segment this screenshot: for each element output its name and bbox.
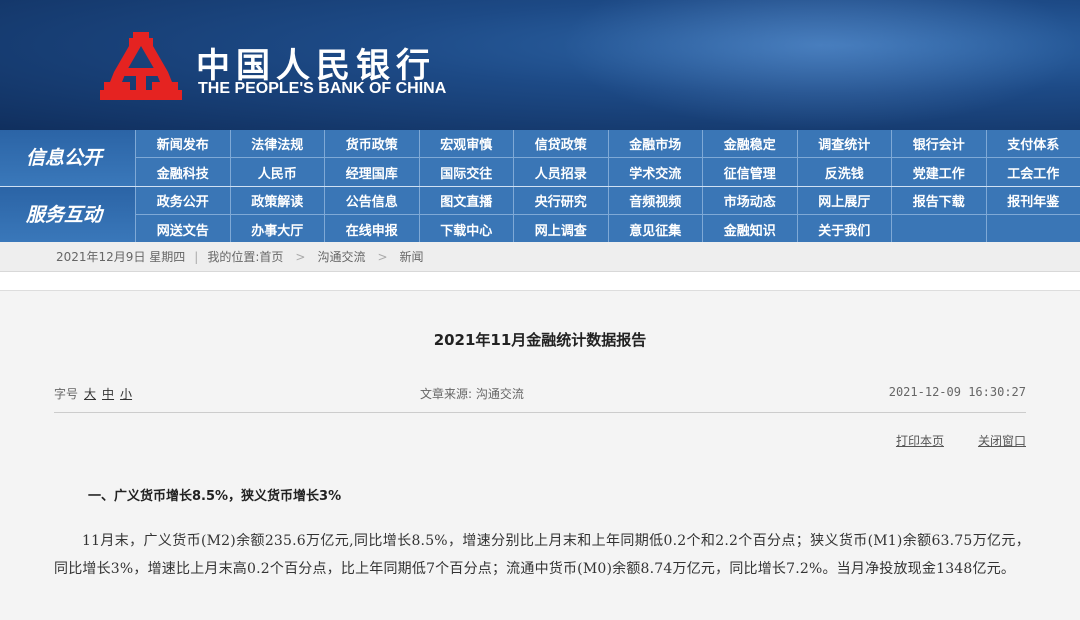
nav-service-r1-item-2[interactable]: 政策解读 — [229, 187, 325, 214]
nav-info-r1-item-2[interactable]: 法律法规 — [229, 130, 325, 157]
nav-info-r1-item-8[interactable]: 调查统计 — [796, 130, 892, 157]
nav-service-r2-empty-cell — [985, 214, 1080, 243]
nav-info-r2-item-7[interactable]: 征信管理 — [702, 157, 797, 186]
nav-service-title[interactable]: 服务互动 — [0, 187, 135, 243]
breadcrumb-home[interactable]: 首页 — [259, 242, 283, 272]
nav-info-r2-item-4[interactable]: 国际交往 — [418, 157, 513, 186]
font-small-link[interactable]: 小 — [120, 387, 132, 401]
nav-info-r2-item-1[interactable]: 金融科技 — [135, 157, 230, 186]
nav-info-title[interactable]: 信息公开 — [0, 130, 135, 186]
nav-info-r1-item-10[interactable]: 支付体系 — [985, 130, 1080, 157]
chevron-right-icon: > — [295, 250, 306, 264]
nav-info-r1-item-4[interactable]: 宏观审慎 — [418, 130, 514, 157]
nav-info-r2-item-8[interactable]: 反洗钱 — [796, 157, 891, 186]
font-size-control: 字号大中小 — [54, 385, 132, 402]
nav-info-r2-item-3[interactable]: 经理国库 — [324, 157, 419, 186]
article-container: 2021年11月金融统计数据报告 字号大中小 文章来源: 沟通交流 2021-1… — [0, 290, 1080, 620]
nav-info-r2-item-6[interactable]: 学术交流 — [607, 157, 702, 186]
print-page-link[interactable]: 打印本页 — [896, 434, 944, 448]
article-meta: 字号大中小 文章来源: 沟通交流 2021-12-09 16:30:27 — [54, 383, 1026, 413]
font-large-link[interactable]: 大 — [84, 387, 96, 401]
nav-service-r2-item-6[interactable]: 意见征集 — [607, 214, 702, 243]
nav-info-r2-item-10[interactable]: 工会工作 — [985, 157, 1080, 186]
article-tools: 打印本页 关闭窗口 — [862, 432, 1026, 449]
nav-service-r1-item-4[interactable]: 图文直播 — [418, 187, 514, 214]
nav-service-grid: 政务公开 政策解读 公告信息 图文直播 央行研究 音频视频 市场动态 网上展厅 报告下载 报刊年鉴… — [135, 187, 1080, 243]
nav-info-r1-item-3[interactable]: 货币政策 — [324, 130, 419, 157]
chevron-right-icon: > — [377, 250, 388, 264]
pboc-logo-icon[interactable] — [100, 30, 182, 106]
nav-service-r1-item-1[interactable]: 政务公开 — [135, 187, 230, 214]
nav-service-r1-item-7[interactable]: 市场动态 — [702, 187, 797, 214]
main-nav: 信息公开 新闻发布 法律法规 货币政策 宏观审慎 信贷政策 金融市场 金融稳定 调查统计 银行会… — [0, 130, 1080, 243]
nav-service-r2-item-5[interactable]: 网上调查 — [513, 214, 608, 243]
font-medium-link[interactable]: 中 — [102, 387, 114, 401]
nav-service-block: 服务互动 政务公开 政策解读 公告信息 图文直播 央行研究 音频视频 市场动态 网上展厅 报告下… — [0, 186, 1080, 243]
article-paragraph: 11月末，广义货币(M2)余额235.6万亿元,同比增长8.5%，增速分别比上月… — [54, 533, 1030, 577]
close-window-link[interactable]: 关闭窗口 — [978, 434, 1026, 448]
nav-info-r1-item-1[interactable]: 新闻发布 — [135, 130, 230, 157]
nav-service-r2-item-2[interactable]: 办事大厅 — [229, 214, 324, 243]
bank-name-en: THE PEOPLE'S BANK OF CHINA — [198, 80, 447, 97]
nav-info-r2-item-2[interactable]: 人民币 — [229, 157, 324, 186]
banner-shine — [560, 0, 1080, 130]
nav-service-r1-item-9[interactable]: 报告下载 — [891, 187, 986, 214]
breadcrumb-news[interactable]: 新闻 — [400, 242, 424, 272]
nav-info-r1-item-6[interactable]: 金融市场 — [607, 130, 703, 157]
breadcrumb-communication[interactable]: 沟通交流 — [317, 242, 365, 272]
nav-service-r1-item-5[interactable]: 央行研究 — [513, 187, 608, 214]
nav-service-r2-item-1[interactable]: 网送文告 — [135, 214, 230, 243]
nav-info-r1-item-5[interactable]: 信贷政策 — [513, 130, 608, 157]
section-heading: 一、广义货币增长8.5%，狭义货币增长3% — [88, 489, 342, 504]
nav-info-r2-item-5[interactable]: 人员招录 — [513, 157, 608, 186]
publish-time: 2021-12-09 16:30:27 — [888, 385, 1026, 399]
nav-info-r1-item-7[interactable]: 金融稳定 — [702, 130, 797, 157]
location-label: 我的位置: — [207, 250, 260, 264]
separator: | — [194, 250, 199, 264]
font-size-label: 字号 — [54, 387, 79, 401]
article-source: 文章来源: 沟通交流 — [420, 387, 524, 401]
nav-info-grid: 新闻发布 法律法规 货币政策 宏观审慎 信贷政策 金融市场 金融稳定 调查统计 银行会计 支付体系… — [135, 130, 1080, 186]
nav-service-r1-item-3[interactable]: 公告信息 — [324, 187, 419, 214]
nav-service-r2-item-8[interactable]: 关于我们 — [796, 214, 891, 243]
nav-info-block: 信息公开 新闻发布 法律法规 货币政策 宏观审慎 信贷政策 金融市场 金融稳定 调查统计 银行会… — [0, 130, 1080, 186]
nav-service-r1-item-10[interactable]: 报刊年鉴 — [985, 187, 1080, 214]
nav-service-r2-item-3[interactable]: 在线申报 — [324, 214, 419, 243]
nav-info-r1-item-9[interactable]: 银行会计 — [891, 130, 986, 157]
article-title: 2021年11月金融统计数据报告 — [433, 331, 647, 349]
nav-info-r2-item-9[interactable]: 党建工作 — [891, 157, 986, 186]
breadcrumb-bar: 2021年12月9日 星期四 | 我的位置:首页 > 沟通交流 > 新闻 — [0, 242, 1080, 272]
nav-service-r2-item-4[interactable]: 下载中心 — [418, 214, 513, 243]
nav-service-r2-empty-cell — [891, 214, 986, 243]
nav-service-r1-item-8[interactable]: 网上展厅 — [796, 187, 892, 214]
nav-service-r2-item-7[interactable]: 金融知识 — [702, 214, 797, 243]
current-date: 2021年12月9日 星期四 — [56, 250, 186, 264]
nav-service-r1-item-6[interactable]: 音频视频 — [607, 187, 703, 214]
site-banner: 中国人民银行 THE PEOPLE'S BANK OF CHINA — [0, 0, 1080, 130]
